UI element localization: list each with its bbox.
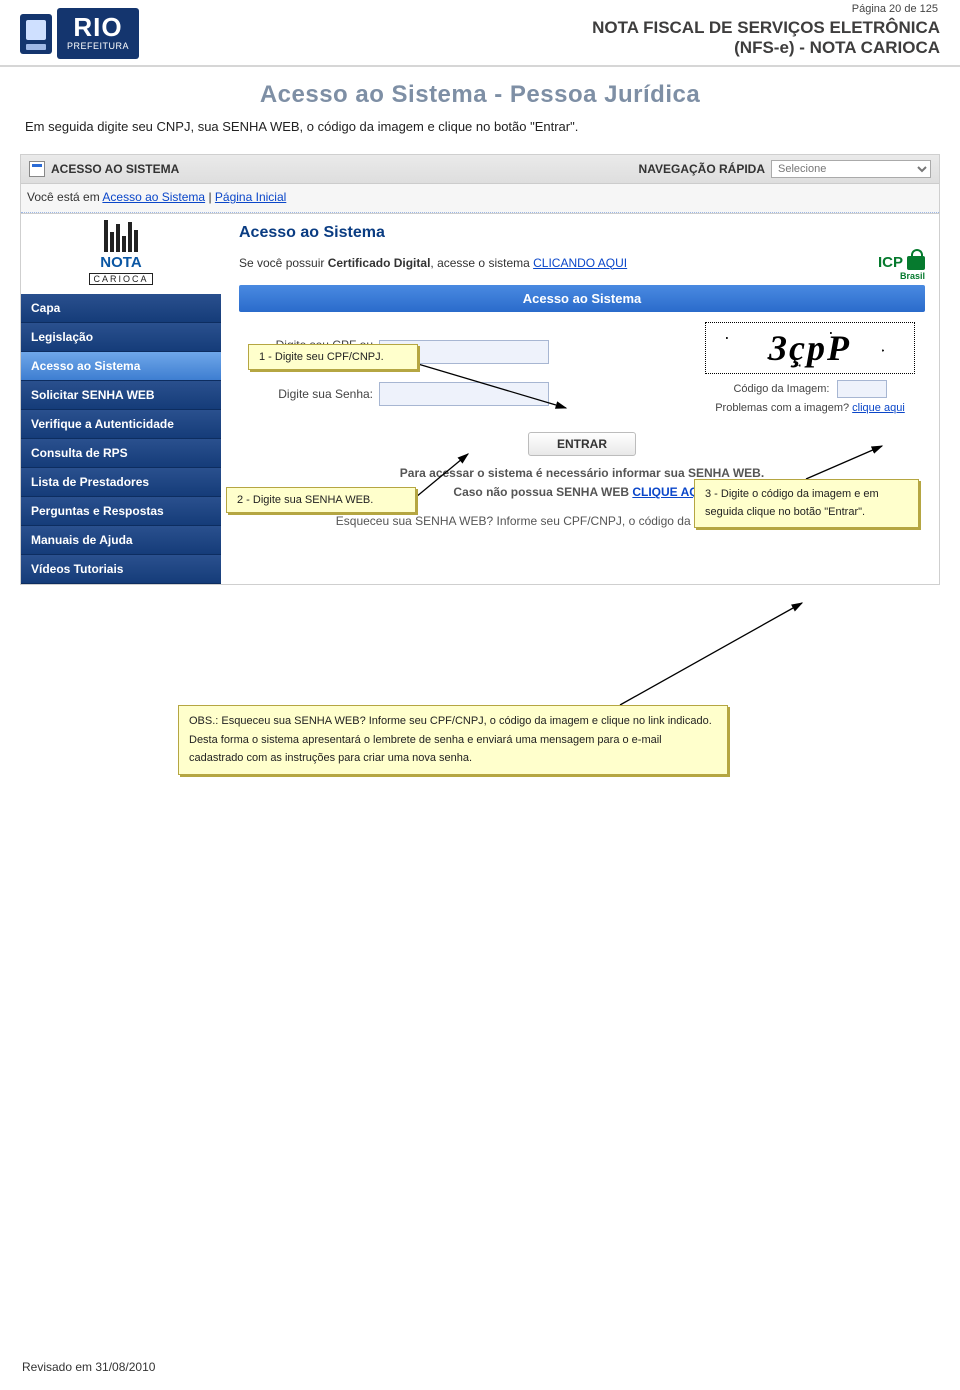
doc-title-line1: NOTA FISCAL DE SERVIÇOS ELETRÔNICA bbox=[592, 18, 940, 38]
callout-3: 3 - Digite o código da imagem e em segui… bbox=[694, 479, 919, 528]
menu-acesso-sistema[interactable]: Acesso ao Sistema bbox=[21, 352, 221, 381]
doc-header: RIO PREFEITURA NOTA FISCAL DE SERVIÇOS E… bbox=[0, 0, 960, 67]
breadcrumb: Você está em Acesso ao Sistema | Página … bbox=[21, 184, 939, 213]
nota-carioca-logo: NOTA CARIOCA bbox=[66, 220, 176, 290]
captcha-image: 3çpP bbox=[705, 322, 915, 374]
blue-strip: Acesso ao Sistema bbox=[239, 285, 925, 312]
content-heading: Acesso ao Sistema bbox=[239, 224, 925, 242]
callout-obs: OBS.: Esqueceu sua SENHA WEB? Informe se… bbox=[178, 705, 728, 775]
icp-sub: Brasil bbox=[239, 271, 925, 281]
cert-link[interactable]: CLICANDO AQUI bbox=[533, 256, 627, 270]
doc-title-line2: (NFS-e) - NOTA CARIOCA bbox=[592, 38, 940, 58]
logo-rio: RIO bbox=[67, 14, 129, 40]
sidebar-menu: Capa Legislação Acesso ao Sistema Solici… bbox=[21, 294, 221, 584]
menu-capa[interactable]: Capa bbox=[21, 294, 221, 323]
captcha-label: Código da Imagem: bbox=[733, 383, 829, 395]
menu-manuais[interactable]: Manuais de Ajuda bbox=[21, 526, 221, 555]
nav-rapida-select[interactable]: Selecione bbox=[771, 160, 931, 178]
entrar-button[interactable]: ENTRAR bbox=[528, 432, 636, 456]
rio-logo: RIO PREFEITURA bbox=[20, 8, 139, 59]
menu-autenticidade[interactable]: Verifique a Autenticidade bbox=[21, 410, 221, 439]
captcha-refresh-link[interactable]: clique aqui bbox=[852, 402, 905, 414]
section-title: Acesso ao Sistema - Pessoa Jurídica bbox=[0, 81, 960, 109]
label-senha: Digite sua Senha: bbox=[239, 387, 379, 401]
logo-prefeitura: PREFEITURA bbox=[67, 42, 129, 51]
sidebar: NOTA CARIOCA Capa Legislação Acesso ao S… bbox=[21, 214, 221, 584]
callout-2: 2 - Digite sua SENHA WEB. bbox=[226, 487, 416, 513]
menu-solicitar-senha[interactable]: Solicitar SENHA WEB bbox=[21, 381, 221, 410]
nota-text: NOTA bbox=[66, 255, 176, 270]
input-senha[interactable] bbox=[379, 382, 549, 406]
content-panel: Acesso ao Sistema Se você possuir Certif… bbox=[221, 214, 939, 584]
captcha-problem: Problemas com a imagem? clique aqui bbox=[695, 402, 925, 414]
menu-consulta-rps[interactable]: Consulta de RPS bbox=[21, 439, 221, 468]
breadcrumb-prefix: Você está em bbox=[27, 190, 102, 204]
nota-subtext: CARIOCA bbox=[89, 273, 152, 285]
lock-icon bbox=[907, 256, 925, 270]
breadcrumb-link-acesso[interactable]: Acesso ao Sistema bbox=[102, 190, 205, 204]
menu-legislacao[interactable]: Legislação bbox=[21, 323, 221, 352]
page-number: Página 20 de 125 bbox=[852, 3, 938, 15]
barcode-icon bbox=[66, 220, 176, 252]
footer-revision: Revisado em 31/08/2010 bbox=[22, 1360, 155, 1374]
captcha-input[interactable] bbox=[837, 380, 887, 398]
icp-brasil-badge: ICP bbox=[878, 254, 925, 271]
menu-videos[interactable]: Vídeos Tutoriais bbox=[21, 555, 221, 584]
rio-emblem-icon bbox=[20, 14, 52, 54]
callout-1: 1 - Digite seu CPF/CNPJ. bbox=[248, 344, 418, 370]
window-title: ACESSO AO SISTEMA bbox=[51, 162, 179, 176]
breadcrumb-link-home[interactable]: Página Inicial bbox=[215, 190, 286, 204]
app-top-bar: ACESSO AO SISTEMA NAVEGAÇÃO RÁPIDA Selec… bbox=[20, 154, 940, 214]
cert-text: Se você possuir Certificado Digital, ace… bbox=[239, 256, 627, 270]
nav-rapida-label: NAVEGAÇÃO RÁPIDA bbox=[639, 162, 765, 176]
intro-text: Em seguida digite seu CNPJ, sua SENHA WE… bbox=[0, 119, 960, 146]
doc-title: NOTA FISCAL DE SERVIÇOS ELETRÔNICA (NFS-… bbox=[592, 18, 940, 58]
menu-faq[interactable]: Perguntas e Respostas bbox=[21, 497, 221, 526]
menu-lista-prestadores[interactable]: Lista de Prestadores bbox=[21, 468, 221, 497]
window-icon bbox=[29, 161, 45, 177]
